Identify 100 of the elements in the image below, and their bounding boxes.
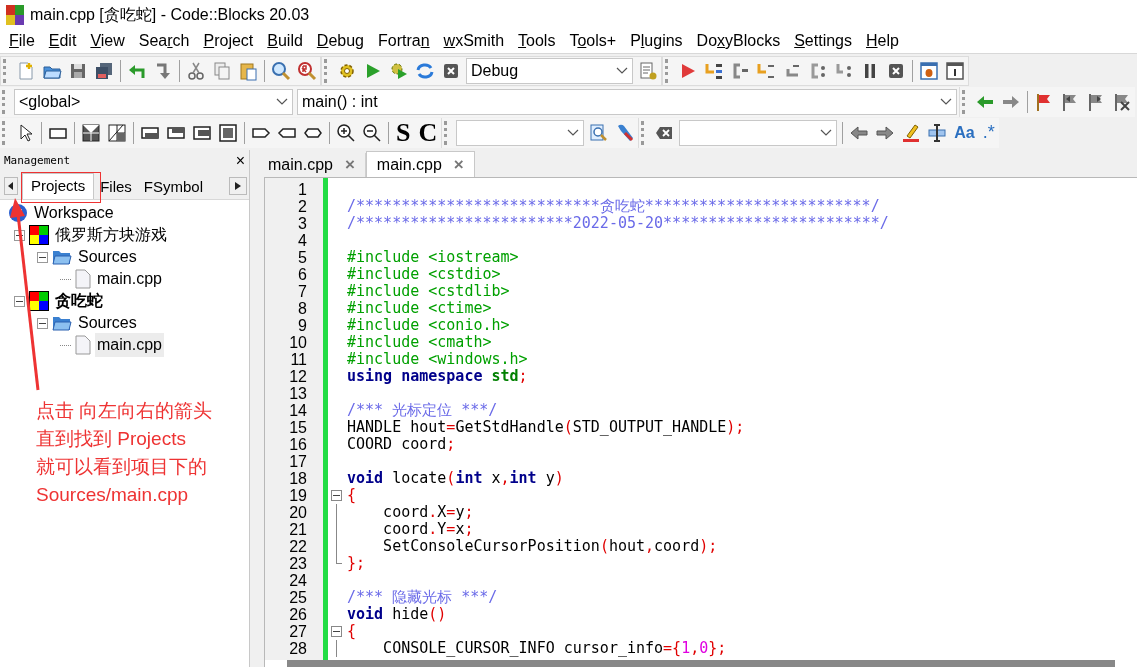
line-number: 16 <box>288 436 308 453</box>
dropdown[interactable]: main() : int <box>297 88 957 115</box>
project-icon <box>29 291 49 311</box>
collapse-toggle[interactable] <box>37 317 48 329</box>
menu-item[interactable]: Plugins <box>623 29 690 53</box>
tree-item[interactable]: main.cpp <box>95 267 164 291</box>
menu-item[interactable]: View <box>83 29 132 53</box>
collapse-toggle[interactable] <box>14 295 25 307</box>
tree-item[interactable]: 俄罗斯方块游戏 <box>53 223 169 247</box>
menu-item[interactable]: Tools <box>511 29 563 53</box>
line-number: 20 <box>288 504 308 521</box>
editor-tab[interactable]: main.cpp × <box>365 151 475 177</box>
code-line: using namespace std; <box>347 368 528 385</box>
menu-item[interactable]: DoxyBlocks <box>689 29 788 53</box>
menu-item[interactable]: Project <box>196 29 261 53</box>
chevron-down-icon <box>820 128 833 137</box>
tree-item[interactable]: 贪吃蛇 <box>53 289 105 313</box>
menu-item[interactable]: Debug <box>309 29 371 53</box>
line-number: 18 <box>288 470 308 487</box>
fold-toggle[interactable] <box>330 490 342 501</box>
triangle-right-icon <box>235 182 241 190</box>
line-number: 24 <box>288 572 308 589</box>
code-line: COORD coord; <box>347 436 456 453</box>
tree-item[interactable]: Sources <box>76 311 139 335</box>
code-line: /***************************贪吃蛇*************************/ <box>347 198 880 215</box>
scroll-left-button[interactable] <box>4 177 18 195</box>
code-line: coord.Y=x; <box>382 521 474 538</box>
folder-icon <box>52 248 72 266</box>
toolbar-button[interactable]: Aa <box>950 119 979 146</box>
chevron-down-icon <box>940 97 952 106</box>
code-line: #include <ctime> <box>347 300 492 317</box>
line-number: 8 <box>297 300 308 317</box>
dropdown[interactable]: <global> <box>14 88 293 115</box>
window-title: main.cpp [贪吃蛇] - Code::Blocks 20.03 <box>30 4 310 25</box>
line-number: 1 <box>297 181 308 198</box>
fold-toggle[interactable] <box>330 626 342 637</box>
code-line: /*** 隐藏光标 ***/ <box>347 589 498 606</box>
menu-item[interactable]: Build <box>260 29 310 53</box>
line-number: 10 <box>288 334 308 351</box>
dropdown[interactable]: Debug <box>466 57 633 84</box>
chevron-down-icon <box>276 97 288 106</box>
line-number: 7 <box>297 283 308 300</box>
menu-item[interactable]: Search <box>131 29 197 53</box>
toolbar-button[interactable]: .* <box>978 119 999 146</box>
line-number: 4 <box>297 232 308 249</box>
code-line: #include <conio.h> <box>347 317 510 334</box>
menu-item[interactable]: Tools+ <box>562 29 624 53</box>
file-icon <box>75 269 91 289</box>
dropdown-value: <global> <box>19 91 81 112</box>
triangle-left-icon <box>8 182 14 190</box>
menu-item[interactable]: Edit <box>41 29 84 53</box>
menu-item[interactable]: Help <box>859 29 906 53</box>
tree-item[interactable]: Workspace <box>32 201 116 225</box>
code-line: /*** 光标定位 ***/ <box>347 402 498 419</box>
app-logo-icon <box>6 4 24 25</box>
minus-icon <box>332 492 340 499</box>
dropdown-value: main() : int <box>302 91 378 112</box>
code-line: #include <cmath> <box>347 334 492 351</box>
line-number: 26 <box>288 606 308 623</box>
close-button[interactable]: × <box>235 149 245 173</box>
line-number: 21 <box>288 521 308 538</box>
collapse-toggle[interactable] <box>14 229 25 241</box>
close-button[interactable]: × <box>344 152 355 178</box>
file-icon <box>75 335 91 355</box>
menu-item[interactable]: wxSmith <box>436 29 512 53</box>
menu-item[interactable]: Fortran <box>371 29 437 53</box>
toolbar-button[interactable]: C <box>414 119 442 146</box>
scroll-right-button[interactable] <box>229 177 247 195</box>
toolbar-button[interactable]: S <box>392 119 415 146</box>
code-line: }; <box>347 555 366 572</box>
code-line: void hide() <box>347 606 447 623</box>
close-button[interactable]: × <box>453 151 464 178</box>
scrollbar[interactable] <box>287 660 1115 667</box>
code-line: /************************2022-05-20************************/ <box>347 215 889 232</box>
line-number: 15 <box>288 419 308 436</box>
tree-connector <box>60 278 71 280</box>
code-line: { <box>347 623 357 640</box>
line-number: 12 <box>288 368 308 385</box>
menu-item[interactable]: File <box>2 29 42 53</box>
dropdown-value: Debug <box>471 60 519 81</box>
tree-item[interactable]: Sources <box>76 245 139 269</box>
code-line: coord.X=y; <box>382 504 474 521</box>
line-number: 17 <box>288 453 308 470</box>
menu-item[interactable]: Settings <box>787 29 859 53</box>
collapse-toggle[interactable] <box>37 251 48 263</box>
line-number: 23 <box>288 555 308 572</box>
line-number: 27 <box>288 623 308 640</box>
project-icon <box>29 225 49 245</box>
line-number: 6 <box>297 266 308 283</box>
tree-item[interactable]: main.cpp <box>95 333 164 357</box>
code-line: { <box>347 487 357 504</box>
line-number: 3 <box>297 215 308 232</box>
line-number: 14 <box>288 402 308 419</box>
minus-icon <box>332 628 340 635</box>
line-number: 13 <box>288 385 308 402</box>
code-line: #include <cstdlib> <box>347 283 510 300</box>
panel-title: Management <box>4 152 71 169</box>
line-number: 5 <box>297 249 308 266</box>
code-line: CONSOLE_CURSOR_INFO cursor_info={1,0}; <box>382 640 727 657</box>
panel-tab[interactable]: Projects <box>22 173 95 199</box>
